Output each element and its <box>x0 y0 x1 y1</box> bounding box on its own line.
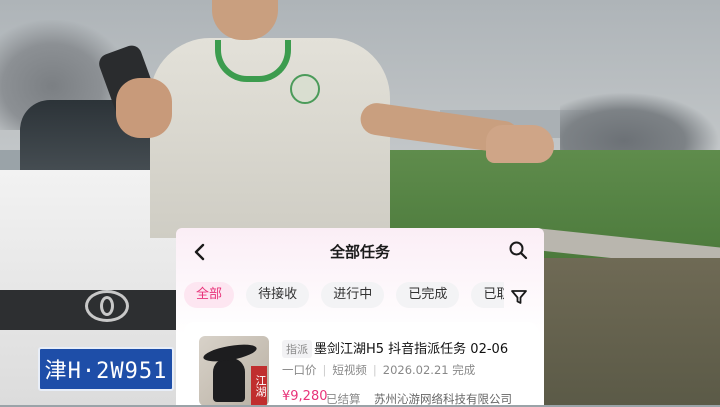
app-header: 全部任务 <box>176 228 544 274</box>
tab-in-progress[interactable]: 进行中 <box>321 282 385 308</box>
search-icon[interactable] <box>508 240 528 260</box>
meta-divider: | <box>322 363 327 377</box>
media-type: 短视频 <box>332 363 367 377</box>
status-tabs: 全部 待接收 进行中 已完成 已取 <box>184 282 504 310</box>
page-title: 全部任务 <box>329 243 390 261</box>
person-hand <box>486 125 554 163</box>
thumbnail-figure <box>213 358 245 402</box>
task-meta: 一口价 | 短视频 | 2026.02.21 完成 <box>282 362 475 378</box>
filter-icon[interactable] <box>510 288 528 306</box>
task-price: ¥9,280 <box>282 389 328 404</box>
task-title: 墨剑江湖H5 抖音指派任务 02-06 <box>314 342 509 357</box>
tab-all[interactable]: 全部 <box>184 282 235 308</box>
task-tag: 指派 <box>282 340 312 358</box>
shirt-badge <box>290 74 320 104</box>
task-date-status: 2026.02.21 完成 <box>382 363 476 377</box>
task-app-overlay: 全部任务 全部 待接收 进行中 已完成 已取 江湖 <box>176 228 544 405</box>
pricing-type: 一口价 <box>282 363 317 377</box>
task-thumbnail: 江湖 <box>199 336 269 405</box>
tab-cancelled[interactable]: 已取 <box>471 282 504 308</box>
tab-pending[interactable]: 待接收 <box>246 282 310 308</box>
thumbnail-text: 江湖 <box>251 366 267 405</box>
car-logo <box>85 290 129 322</box>
license-plate: 津H·2W951 <box>38 347 174 391</box>
tab-completed[interactable]: 已完成 <box>396 282 460 308</box>
meta-divider: | <box>372 363 377 377</box>
person-hand-holding-phone <box>116 78 172 138</box>
